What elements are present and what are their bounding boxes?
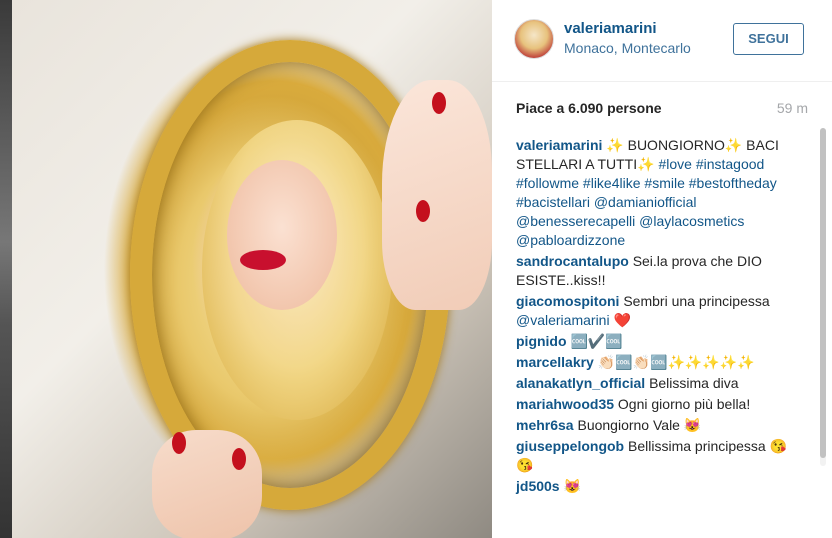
lips <box>240 250 286 270</box>
comment-username[interactable]: jd500s <box>516 478 560 494</box>
comment: sandrocantalupo Sei.la prova che DIO ESI… <box>516 252 792 290</box>
nail <box>232 448 246 470</box>
post-side-panel: valeriamarini Monaco, Montecarlo SEGUI P… <box>492 0 832 538</box>
comment-username[interactable]: marcellakry <box>516 354 594 370</box>
mention[interactable]: @laylacosmetics <box>639 213 744 229</box>
hand-right <box>382 80 492 310</box>
hand-left <box>152 430 262 538</box>
mention[interactable]: @benesserecapelli <box>516 213 635 229</box>
comment: mehr6sa Buongiorno Vale 😻 <box>516 416 792 435</box>
post-time[interactable]: 59 m <box>777 100 808 116</box>
nail <box>172 432 186 454</box>
comment-text: 👏🏻🆒👏🏻🆒✨✨✨✨✨ <box>597 354 755 370</box>
comment-username[interactable]: alanakatlyn_official <box>516 375 645 391</box>
comment: jd500s 😻 <box>516 477 792 496</box>
comment: alanakatlyn_official Belissima diva <box>516 374 792 393</box>
heart-emoji: ❤️ <box>613 312 631 328</box>
comment: giacomospitoni Sembri una principessa @v… <box>516 292 792 330</box>
mention[interactable]: @damianiofficial <box>594 194 697 210</box>
likes-count[interactable]: Piace a 6.090 persone <box>516 100 662 116</box>
hashtag[interactable]: #instagood <box>696 156 765 172</box>
comment: giuseppelongob Bellissima principessa 😘😘 <box>516 437 792 475</box>
comment-list: valeriamarini ✨ BUONGIORNO✨ BACI STELLAR… <box>516 136 792 498</box>
hashtag[interactable]: #smile <box>644 175 684 191</box>
caption: valeriamarini ✨ BUONGIORNO✨ BACI STELLAR… <box>516 136 792 250</box>
post-location[interactable]: Monaco, Montecarlo <box>564 40 691 56</box>
comment: marcellakry 👏🏻🆒👏🏻🆒✨✨✨✨✨ <box>516 353 792 372</box>
face <box>227 160 337 310</box>
mention[interactable]: @pabloardizzone <box>516 232 625 248</box>
comment-username[interactable]: giacomospitoni <box>516 293 619 309</box>
comment: mariahwood35 Ogni giorno più bella! <box>516 395 792 414</box>
background-strip <box>0 0 12 538</box>
hashtag[interactable]: #like4like <box>583 175 641 191</box>
post-photo[interactable] <box>12 0 492 538</box>
post-username[interactable]: valeriamarini <box>564 20 657 37</box>
comment-username[interactable]: valeriamarini <box>516 137 602 153</box>
avatar[interactable] <box>514 19 554 59</box>
comment-username[interactable]: mehr6sa <box>516 417 574 433</box>
nail <box>416 200 430 222</box>
comment: pignido 🆒✔️🆒 <box>516 332 792 351</box>
comment-text: 🆒✔️🆒 <box>570 333 623 349</box>
comment-username[interactable]: giuseppelongob <box>516 438 624 454</box>
comment-text: 😻 <box>563 478 581 494</box>
comment-text: Buongiorno Vale 😻 <box>577 417 702 433</box>
comment-text: Ogni giorno più bella! <box>617 396 751 412</box>
follow-button[interactable]: SEGUI <box>733 23 804 55</box>
hashtag[interactable]: #bacistellari <box>516 194 590 210</box>
nail <box>432 92 446 114</box>
comments-scrollbar[interactable] <box>818 128 828 466</box>
comment-username[interactable]: pignido <box>516 333 567 349</box>
comment-username[interactable]: mariahwood35 <box>516 396 614 412</box>
comment-text: Belissima diva <box>649 375 739 391</box>
hashtag[interactable]: #bestoftheday <box>689 175 777 191</box>
hashtag[interactable]: #love <box>658 156 691 172</box>
likes-row: Piace a 6.090 persone 59 m <box>516 100 808 118</box>
scrollbar-thumb[interactable] <box>820 128 826 458</box>
hashtag[interactable]: #followme <box>516 175 579 191</box>
comment-text: Sembri una principessa <box>623 293 770 309</box>
post-header: valeriamarini Monaco, Montecarlo SEGUI <box>492 0 832 82</box>
comment-username[interactable]: sandrocantalupo <box>516 253 629 269</box>
mention[interactable]: @valeriamarini <box>516 312 610 328</box>
